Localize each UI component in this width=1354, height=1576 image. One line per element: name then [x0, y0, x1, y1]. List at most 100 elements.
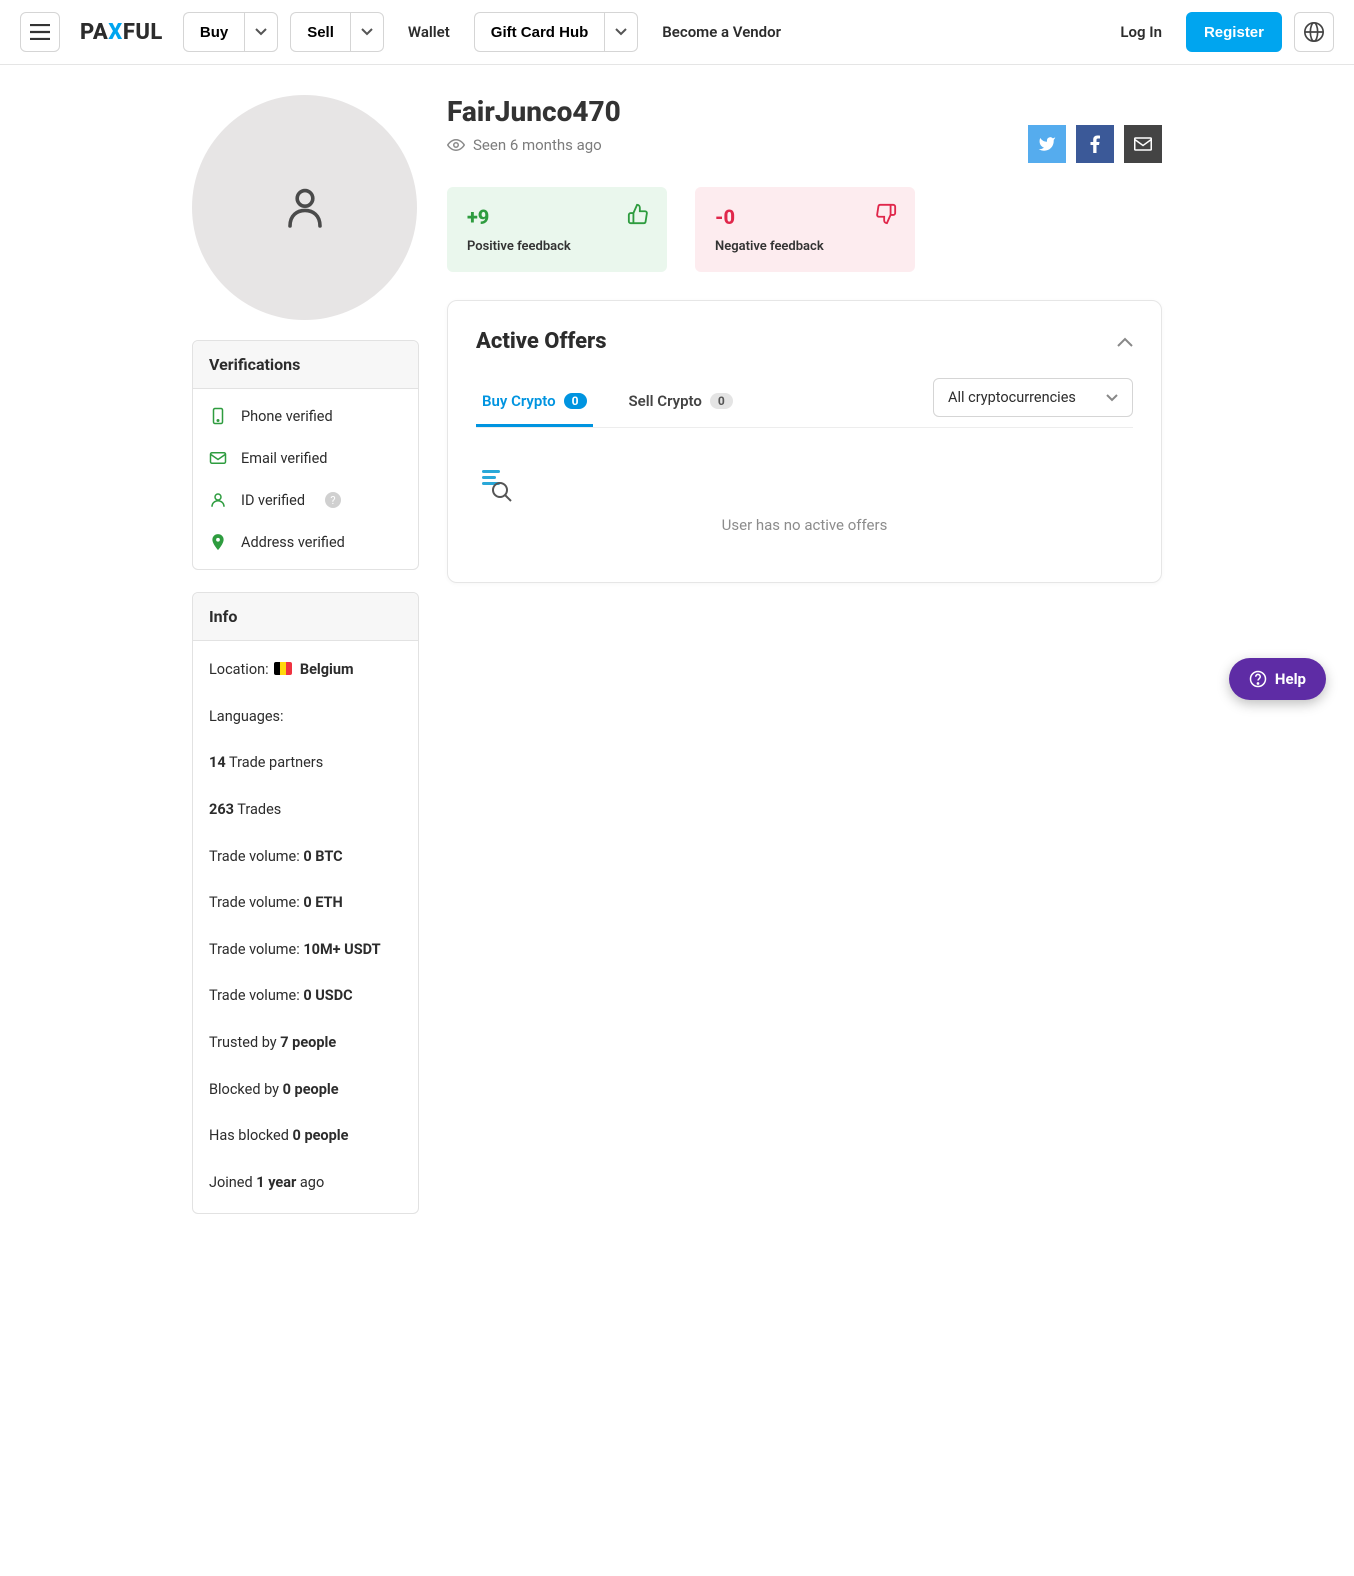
share-facebook[interactable] — [1076, 125, 1114, 163]
left-column: Verifications Phone verified Email verif… — [192, 95, 419, 1236]
giftcardhub-dropdown[interactable] — [604, 12, 638, 52]
info-label: Has blocked — [209, 1127, 293, 1144]
verification-id: ID verified ? — [193, 479, 418, 521]
wallet-link[interactable]: Wallet — [396, 23, 462, 41]
logo[interactable]: PAXFUL — [80, 20, 163, 45]
verification-address: Address verified — [193, 521, 418, 563]
info-value: 10M+ USDT — [303, 941, 380, 958]
tab-buy-crypto[interactable]: Buy Crypto 0 — [476, 380, 593, 427]
eye-icon — [447, 136, 465, 154]
info-tv-usdt: Trade volume: 10M+ USDT — [193, 927, 418, 974]
negative-feedback-label: Negative feedback — [715, 239, 895, 254]
share-buttons — [1028, 125, 1162, 163]
share-email[interactable] — [1124, 125, 1162, 163]
twitter-icon — [1038, 135, 1056, 153]
verification-label: Phone verified — [241, 408, 333, 425]
chevron-down-icon — [361, 28, 373, 36]
tab-badge: 0 — [564, 393, 587, 409]
thumbs-down-icon — [875, 203, 897, 225]
help-icon[interactable]: ? — [325, 492, 341, 508]
info-value: 1 year — [256, 1174, 296, 1191]
login-link[interactable]: Log In — [1108, 23, 1174, 41]
info-has-blocked: Has blocked 0 people — [193, 1113, 418, 1160]
active-offers-card: Active Offers Buy Crypto 0 Sell Crypto 0… — [447, 300, 1162, 583]
verification-label: Address verified — [241, 534, 345, 551]
sell-dropdown[interactable] — [350, 12, 384, 52]
become-vendor-link[interactable]: Become a Vendor — [650, 23, 793, 41]
info-value: 0 people — [293, 1127, 349, 1144]
info-value: 263 — [209, 801, 234, 818]
info-card: Info Location: Belgium Languages: 14 Tra… — [192, 592, 419, 1214]
location-pin-icon — [209, 533, 227, 551]
offers-tabs-row: Buy Crypto 0 Sell Crypto 0 All cryptocur… — [476, 378, 1133, 428]
info-label: Trade volume: — [209, 941, 303, 958]
thumbs-up-icon — [627, 203, 649, 225]
negative-feedback-card[interactable]: -0 Negative feedback — [695, 187, 915, 272]
info-value: 14 — [209, 754, 226, 771]
globe-icon — [1303, 21, 1325, 43]
help-button[interactable]: Help — [1229, 658, 1326, 700]
email-icon — [1134, 137, 1152, 151]
info-label: Trade volume: — [209, 848, 303, 865]
buy-dropdown[interactable] — [244, 12, 278, 52]
no-results-icon — [476, 468, 1133, 502]
last-seen: Seen 6 months ago — [447, 136, 621, 154]
info-languages: Languages: — [193, 694, 418, 741]
logo-text-pa: PA — [80, 20, 108, 45]
verifications-card: Verifications Phone verified Email verif… — [192, 340, 419, 570]
negative-feedback-value: -0 — [715, 205, 895, 229]
username: FairJunco470 — [447, 95, 621, 128]
info-label: Location: — [209, 661, 269, 678]
tab-label: Buy Crypto — [482, 392, 556, 410]
sell-button[interactable]: Sell — [290, 12, 350, 52]
empty-offers: User has no active offers — [476, 428, 1133, 554]
avatar — [192, 95, 417, 320]
verifications-title: Verifications — [193, 341, 418, 389]
crypto-filter-select[interactable]: All cryptocurrencies — [933, 378, 1133, 417]
giftcard-group: Gift Card Hub — [474, 12, 639, 52]
active-offers-title: Active Offers — [476, 329, 607, 354]
language-button[interactable] — [1294, 12, 1334, 52]
info-value: 0 BTC — [303, 848, 342, 865]
info-tv-btc: Trade volume: 0 BTC — [193, 834, 418, 881]
top-nav: PAXFUL Buy Sell Wallet Gift Card Hub Bec… — [0, 0, 1354, 65]
verification-label: ID verified — [241, 492, 305, 509]
positive-feedback-value: +9 — [467, 205, 647, 229]
positive-feedback-label: Positive feedback — [467, 239, 647, 254]
info-label: Blocked by — [209, 1081, 283, 1098]
info-value: 0 USDC — [303, 987, 352, 1004]
tab-label: Sell Crypto — [629, 392, 702, 410]
register-button[interactable]: Register — [1186, 12, 1282, 52]
info-value: 7 people — [280, 1034, 336, 1051]
positive-feedback-card[interactable]: +9 Positive feedback — [447, 187, 667, 272]
crypto-filter-label: All cryptocurrencies — [948, 389, 1076, 406]
tab-badge: 0 — [710, 393, 733, 409]
info-label: Languages: — [209, 708, 284, 725]
phone-icon — [209, 407, 227, 425]
buy-group: Buy — [183, 12, 278, 52]
menu-button[interactable] — [20, 12, 60, 52]
chevron-down-icon — [255, 28, 267, 36]
info-label: Trusted by — [209, 1034, 280, 1051]
chevron-down-icon — [1106, 394, 1118, 402]
hamburger-icon — [30, 24, 50, 40]
id-icon — [209, 491, 227, 509]
logo-text-x: X — [108, 20, 123, 45]
verification-email: Email verified — [193, 437, 418, 479]
info-trusted: Trusted by 7 people — [193, 1020, 418, 1067]
sell-group: Sell — [290, 12, 384, 52]
tab-sell-crypto[interactable]: Sell Crypto 0 — [623, 380, 739, 427]
giftcardhub-button[interactable]: Gift Card Hub — [474, 12, 605, 52]
info-joined: Joined 1 year ago — [193, 1160, 418, 1207]
right-column: FairJunco470 Seen 6 months ago — [447, 95, 1162, 583]
info-blocked-by: Blocked by 0 people — [193, 1067, 418, 1114]
share-twitter[interactable] — [1028, 125, 1066, 163]
buy-button[interactable]: Buy — [183, 12, 244, 52]
chevron-down-icon — [615, 28, 627, 36]
feedback-row: +9 Positive feedback -0 Negative feedbac… — [447, 187, 1162, 272]
active-offers-header[interactable]: Active Offers — [476, 329, 1133, 354]
logo-text-ful: FUL — [123, 20, 163, 45]
last-seen-text: Seen 6 months ago — [473, 136, 602, 154]
info-value: 0 people — [283, 1081, 339, 1098]
info-value: 0 ETH — [303, 894, 342, 911]
